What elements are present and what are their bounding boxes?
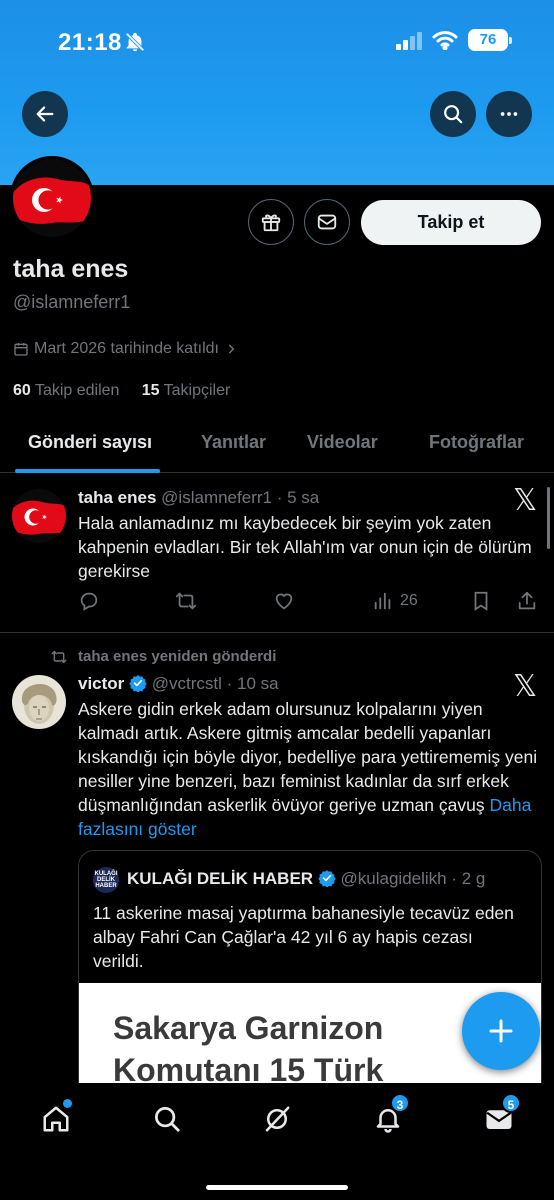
arrow-left-icon <box>36 106 54 122</box>
share-button[interactable] <box>516 590 538 612</box>
following-link[interactable]: 60 Takip edilen <box>13 382 119 399</box>
search-icon <box>155 1107 180 1132</box>
tweet-avatar[interactable] <box>12 489 66 543</box>
followers-count: 15 <box>141 382 160 399</box>
profile-avatar[interactable] <box>10 156 94 240</box>
quoted-tweet[interactable]: KULAĞI DELİK HABER KULAĞI DELİK HABER @k… <box>78 850 542 1110</box>
chevron-right-icon <box>228 344 235 354</box>
messages-badge: 5 <box>501 1093 521 1113</box>
home-unread-dot <box>63 1099 72 1108</box>
search-icon <box>444 105 463 124</box>
profile-name: taha enes <box>13 255 129 283</box>
tweet-author-handle[interactable]: @islamneferr1 <box>161 488 272 507</box>
profile-tabs: Gönderi sayısı Yanıtlar Videolar Fotoğra… <box>0 420 554 473</box>
quoted-avatar[interactable]: KULAĞI DELİK HABER <box>93 867 119 893</box>
status-time: 21:18 <box>58 29 122 56</box>
tweet-avatar[interactable] <box>12 675 66 729</box>
views-button[interactable]: 26 <box>372 590 418 612</box>
nav-messages[interactable]: 5 <box>479 1093 521 1139</box>
more-horizontal-icon <box>500 112 518 116</box>
share-icon <box>518 591 536 610</box>
gift-icon <box>261 214 281 232</box>
active-tab-indicator <box>15 469 160 473</box>
repost-label-text: taha enes yeniden gönderdi <box>78 648 277 665</box>
quoted-text: 11 askerine masaj yaptırma bahanesiyle t… <box>93 903 514 971</box>
message-button[interactable] <box>304 199 350 245</box>
verified-badge-icon <box>318 870 336 888</box>
nav-notifications[interactable]: 3 <box>368 1093 410 1139</box>
like-button[interactable] <box>273 590 295 612</box>
gift-button[interactable] <box>248 199 294 245</box>
repost-icon <box>51 650 67 663</box>
wifi-icon <box>432 30 458 55</box>
nav-explore[interactable] <box>147 1099 187 1139</box>
following-label: Takip edilen <box>34 382 120 399</box>
bookmark-button[interactable] <box>470 590 492 612</box>
following-count: 60 <box>13 382 31 399</box>
profile-handle: @islamneferr1 <box>13 292 131 312</box>
tweet-author-name[interactable]: taha enes <box>78 488 156 507</box>
joined-date[interactable]: Mart 2026 tarihinde katıldı <box>13 340 238 358</box>
tweet-header: taha enes @islamneferr1 · 5 sa <box>78 488 319 508</box>
scrollbar[interactable] <box>547 487 550 549</box>
repost-icon <box>175 592 197 610</box>
repost-button[interactable] <box>174 590 198 612</box>
bookmark-icon <box>474 591 488 611</box>
tweet-text: Askere gidin erkek adam olursunuz kolpal… <box>78 697 538 841</box>
heart-icon <box>275 593 293 610</box>
tweet-header: victor @vctrcstl · 10 sa <box>78 674 279 694</box>
tweet-author-handle[interactable]: @vctrcstl <box>152 674 222 693</box>
battery-indicator: 76 <box>468 29 512 51</box>
nav-grok[interactable] <box>257 1099 297 1139</box>
analytics-icon <box>374 592 391 610</box>
followers-link[interactable]: 15 Takipçiler <box>142 382 231 399</box>
follow-stats: 60 Takip edilen 15 Takipçiler <box>13 382 230 400</box>
tweet-author-name[interactable]: victor <box>78 674 124 693</box>
tweet-text: Hala anlamadınız mı kaybedecek bir şeyim… <box>78 513 532 581</box>
nav-home[interactable] <box>36 1099 76 1139</box>
back-button[interactable] <box>22 91 68 137</box>
verified-badge-icon <box>129 675 147 693</box>
tweet-divider <box>0 632 554 633</box>
quoted-time: · 2 g <box>451 869 486 888</box>
tab-posts[interactable]: Gönderi sayısı <box>28 432 152 453</box>
headline-line-1: Sakarya Garnizon <box>113 1010 384 1046</box>
reply-icon <box>80 592 98 611</box>
tweet-time: · 5 sa <box>276 488 320 507</box>
envelope-icon <box>317 214 337 230</box>
tweet-text-body: Askere gidin erkek adam olursunuz kolpal… <box>78 699 538 815</box>
tab-videos[interactable]: Videolar <box>307 432 378 453</box>
quoted-image-headline: Sakarya Garnizon Komutanı 15 Türk <box>113 1007 383 1091</box>
bottom-navigation: 3 5 <box>0 1083 554 1200</box>
tweet-time: · 10 sa <box>226 674 279 693</box>
more-options-button[interactable] <box>486 91 532 137</box>
joined-date-text: Mart 2026 tarihinde katıldı <box>34 340 219 357</box>
status-bar: 21:18 76 <box>0 0 554 80</box>
bell-off-icon <box>124 31 146 58</box>
reply-button[interactable] <box>78 590 100 612</box>
tab-replies[interactable]: Yanıtlar <box>201 432 266 453</box>
signal-icon <box>396 32 424 55</box>
search-button[interactable] <box>430 91 476 137</box>
repost-label[interactable]: taha enes yeniden gönderdi <box>50 648 276 665</box>
notifications-badge: 3 <box>390 1093 410 1113</box>
follow-button[interactable]: Takip et <box>361 200 541 245</box>
grok-icon <box>265 1106 290 1132</box>
tweet-actions: 26 <box>78 590 544 618</box>
calendar-icon <box>14 343 28 356</box>
quoted-author-name[interactable]: KULAĞI DELİK HABER <box>127 869 313 888</box>
plus-icon <box>489 1019 513 1043</box>
followers-label: Takipçiler <box>163 382 231 399</box>
home-indicator <box>206 1185 348 1190</box>
tab-photos[interactable]: Fotoğraflar <box>429 432 524 453</box>
quoted-header: KULAĞI DELİK HABER @kulagidelikh · 2 g <box>127 869 485 889</box>
compose-button[interactable] <box>462 992 540 1070</box>
home-icon <box>43 1106 69 1132</box>
views-count: 26 <box>400 592 418 609</box>
quoted-author-handle[interactable]: @kulagidelikh <box>341 869 447 888</box>
